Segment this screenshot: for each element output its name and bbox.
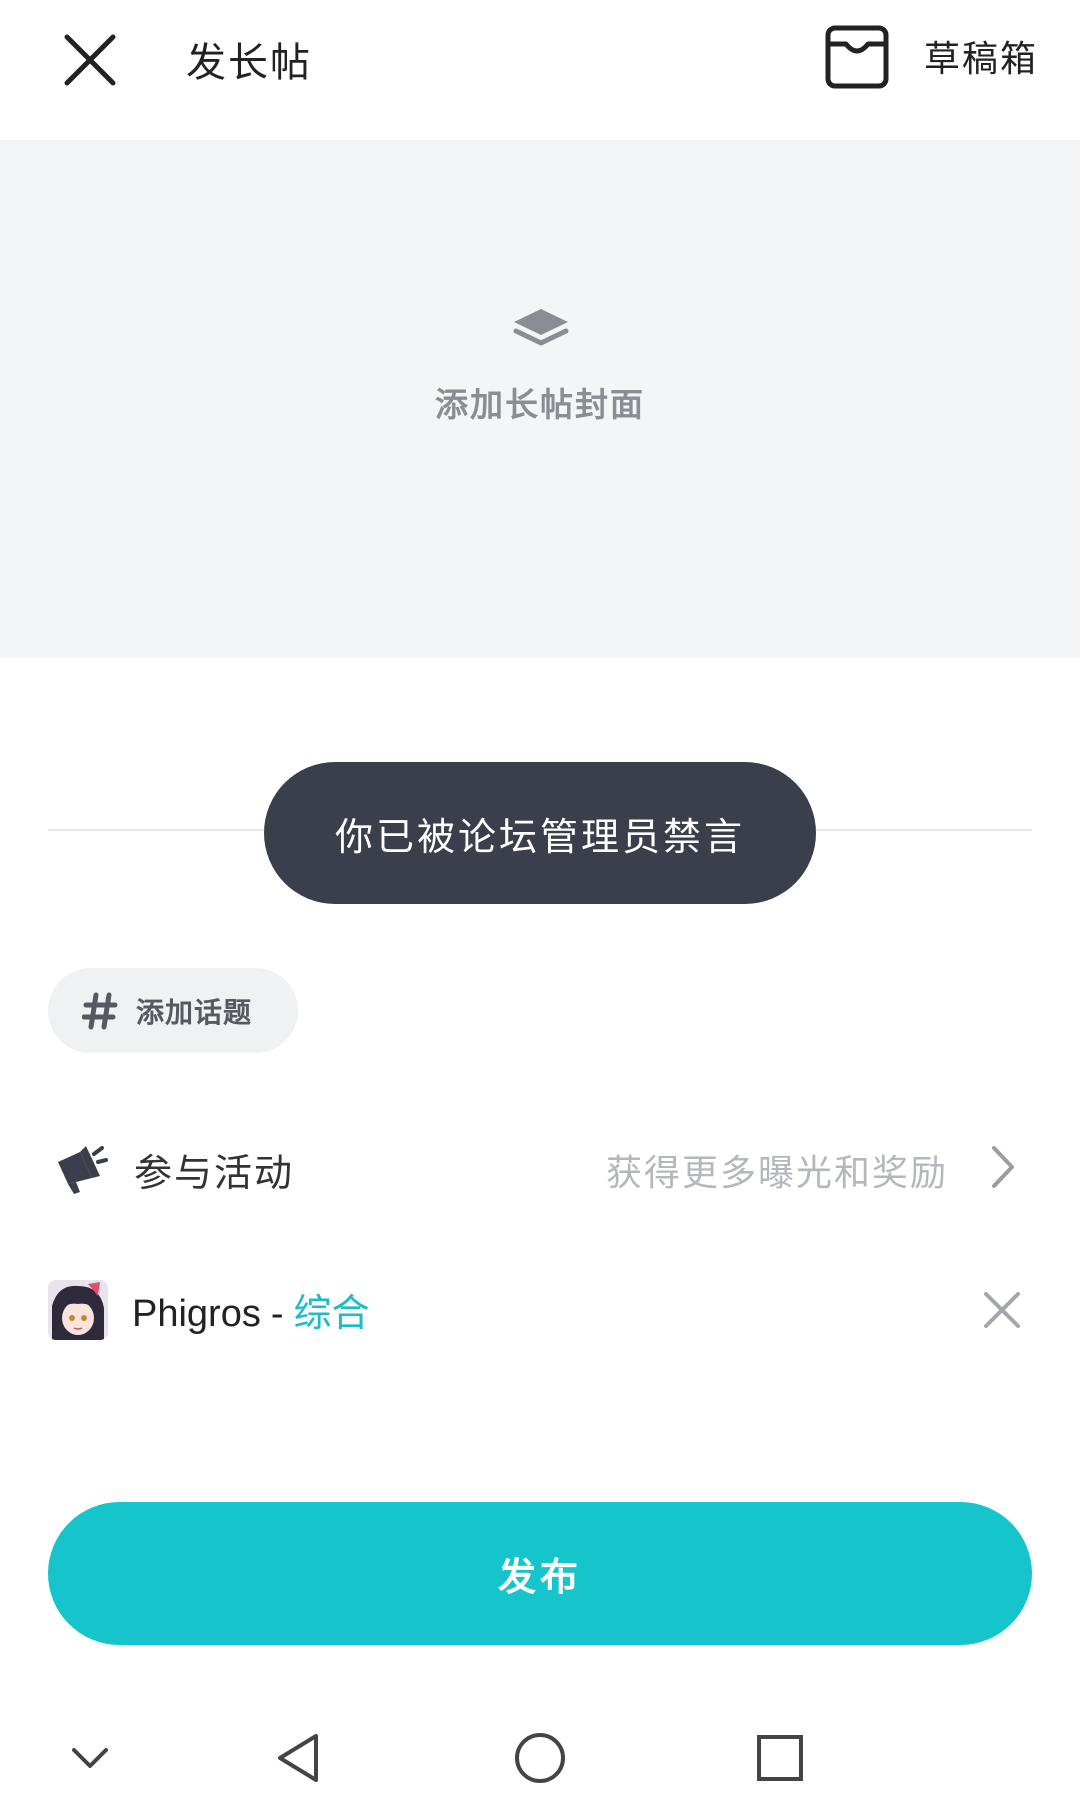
forum-title: Phigros <box>132 1293 261 1335</box>
drafts-button[interactable]: 草稿箱 <box>924 30 1038 82</box>
top-bar: 发长帖 草稿箱 <box>0 0 1080 140</box>
post-editor-screen: 发长帖 草稿箱 添加长帖封面 你已被论坛管理员禁言 添加话题 参与活动 获得更多… <box>0 0 1080 1820</box>
inbox-icon[interactable] <box>822 22 892 92</box>
toast-message: 你已被论坛管理员禁言 <box>264 762 816 904</box>
home-circle-icon[interactable] <box>510 1728 570 1788</box>
activity-hint: 获得更多曝光和奖励 <box>605 1153 948 1194</box>
close-icon[interactable] <box>55 25 125 95</box>
add-topic-button[interactable]: 添加话题 <box>48 968 298 1053</box>
forum-separator: - <box>270 1293 284 1335</box>
activity-label: 参与活动 <box>134 1151 295 1195</box>
close-icon[interactable] <box>980 1288 1024 1332</box>
system-nav-bar <box>0 1700 1080 1820</box>
add-cover-area[interactable]: 添加长帖封面 <box>0 140 1080 658</box>
forum-name: Phigros - 综合 <box>132 1282 370 1337</box>
join-activity-row[interactable]: 参与活动 获得更多曝光和奖励 <box>0 1120 1080 1220</box>
selected-forum-row: Phigros - 综合 <box>0 1270 1080 1350</box>
megaphone-icon <box>56 1146 108 1194</box>
add-cover-label: 添加长帖封面 <box>435 385 645 424</box>
layers-icon <box>513 309 569 346</box>
forum-avatar <box>48 1280 108 1340</box>
page-title: 发长帖 <box>186 40 312 86</box>
hash-icon <box>82 992 118 1029</box>
chevron-down-icon[interactable] <box>60 1728 120 1788</box>
publish-button[interactable]: 发布 <box>48 1502 1032 1645</box>
back-triangle-icon[interactable] <box>270 1728 330 1788</box>
forum-section: 综合 <box>293 1293 370 1335</box>
chevron-right-icon <box>992 1146 1014 1188</box>
add-topic-label: 添加话题 <box>136 995 253 1029</box>
recents-square-icon[interactable] <box>750 1728 810 1788</box>
